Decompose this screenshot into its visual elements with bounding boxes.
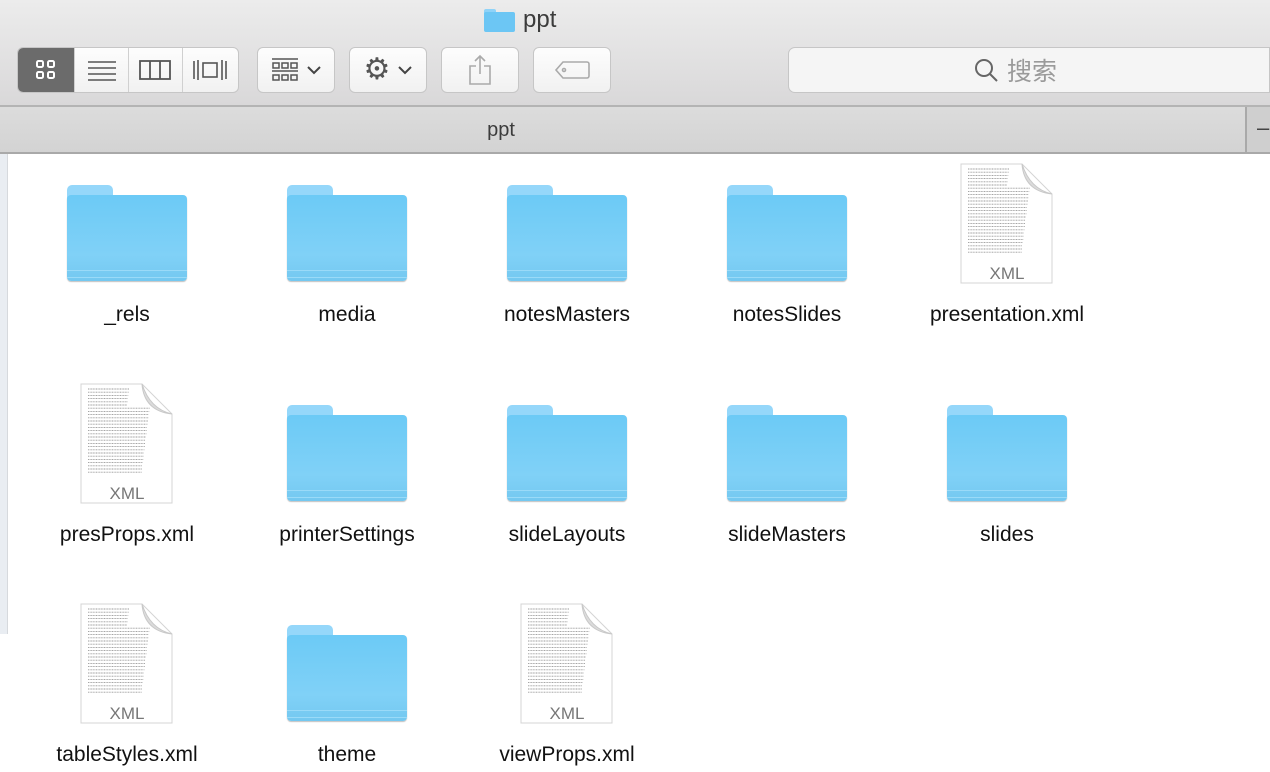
folder-icon	[727, 185, 847, 281]
item-icon-container	[237, 604, 457, 730]
item-icon-container: XML	[17, 603, 237, 730]
item-name: theme	[317, 743, 377, 766]
arrange-button[interactable]	[257, 47, 335, 93]
cover-flow-icon	[193, 60, 228, 80]
tab-bar: ppt –	[0, 107, 1270, 154]
share-icon	[469, 54, 491, 85]
item-name: presProps.xml	[59, 523, 195, 546]
item-name: slides	[980, 523, 1034, 546]
xml-file-icon: XML	[960, 163, 1054, 290]
folder-icon	[287, 185, 407, 281]
item-icon-container	[457, 384, 677, 510]
folder-item[interactable]: printerSettings	[237, 384, 457, 545]
item-name: _rels	[104, 303, 150, 326]
item-icon-container	[237, 164, 457, 290]
file-type-badge: XML	[549, 704, 585, 723]
search-placeholder: 搜索	[1007, 58, 1058, 86]
item-icon-container	[897, 384, 1117, 510]
columns-icon	[139, 60, 172, 80]
icon-view-button[interactable]	[18, 48, 76, 92]
file-icon-grid: _rels media notesMasters notesSlides XML pre…	[0, 154, 1270, 772]
item-name: slideMasters	[728, 523, 846, 546]
chevron-down-icon	[398, 66, 413, 75]
window-title: ppt	[484, 6, 556, 34]
item-name: notesMasters	[503, 303, 631, 326]
file-type-badge: XML	[989, 264, 1025, 283]
new-tab-button[interactable]: –	[1245, 107, 1270, 152]
folder-item[interactable]: notesMasters	[457, 164, 677, 325]
icon-grid-icon	[36, 60, 56, 79]
folder-icon	[947, 405, 1067, 501]
folder-item[interactable]: theme	[237, 604, 457, 765]
item-name: presentation.xml	[929, 303, 1085, 326]
item-icon-container	[17, 164, 237, 290]
folder-icon	[484, 8, 515, 32]
item-icon-container	[457, 164, 677, 290]
item-name: notesSlides	[732, 303, 842, 326]
file-type-badge: XML	[109, 704, 145, 723]
file-item[interactable]: XML presentation.xml	[897, 163, 1117, 326]
share-button[interactable]	[441, 47, 519, 93]
item-icon-container	[677, 384, 897, 510]
folder-item[interactable]: slides	[897, 384, 1117, 545]
folder-icon	[727, 405, 847, 501]
item-icon-container: XML	[457, 603, 677, 730]
action-button[interactable]: ⚙	[349, 47, 427, 93]
sidebar-edge	[0, 154, 8, 634]
folder-item[interactable]: _rels	[17, 164, 237, 325]
xml-file-icon: XML	[80, 603, 174, 730]
gear-icon: ⚙	[363, 53, 391, 86]
search-field[interactable]: 搜索	[788, 47, 1270, 93]
folder-icon	[287, 405, 407, 501]
tab-ppt[interactable]: ppt	[0, 119, 1002, 142]
item-icon-container: XML	[897, 163, 1117, 290]
list-icon	[87, 61, 116, 81]
file-type-badge: XML	[109, 484, 145, 503]
folder-item[interactable]: notesSlides	[677, 164, 897, 325]
item-icon-container: XML	[17, 383, 237, 510]
item-icon-container	[237, 384, 457, 510]
folder-item[interactable]: media	[237, 164, 457, 325]
folder-icon	[287, 625, 407, 721]
search-icon	[975, 59, 998, 82]
folder-icon	[507, 185, 627, 281]
list-view-button[interactable]	[75, 48, 129, 92]
file-item[interactable]: XML presProps.xml	[17, 383, 237, 546]
item-icon-container	[677, 164, 897, 290]
file-item[interactable]: XML tableStyles.xml	[17, 603, 237, 766]
tag-icon	[554, 61, 590, 79]
view-mode-segmented-control	[17, 47, 239, 93]
folder-icon	[507, 405, 627, 501]
folder-icon	[67, 185, 187, 281]
item-name: printerSettings	[279, 523, 415, 546]
xml-file-icon: XML	[80, 383, 174, 510]
tags-button[interactable]	[533, 47, 611, 93]
chevron-down-icon	[307, 66, 321, 75]
toolbar: ppt ⚙ 搜索	[0, 0, 1270, 107]
item-name: slideLayouts	[508, 523, 626, 546]
folder-item[interactable]: slideLayouts	[457, 384, 677, 545]
cover-flow-view-button[interactable]	[183, 48, 238, 92]
window-title-text: ppt	[523, 6, 557, 33]
file-item[interactable]: XML viewProps.xml	[457, 603, 677, 766]
item-name: media	[318, 303, 376, 326]
folder-item[interactable]: slideMasters	[677, 384, 897, 545]
item-name: tableStyles.xml	[56, 743, 198, 766]
xml-file-icon: XML	[520, 603, 614, 730]
arrange-grid-icon	[272, 58, 298, 81]
column-view-button[interactable]	[129, 48, 183, 92]
item-name: viewProps.xml	[499, 743, 635, 766]
